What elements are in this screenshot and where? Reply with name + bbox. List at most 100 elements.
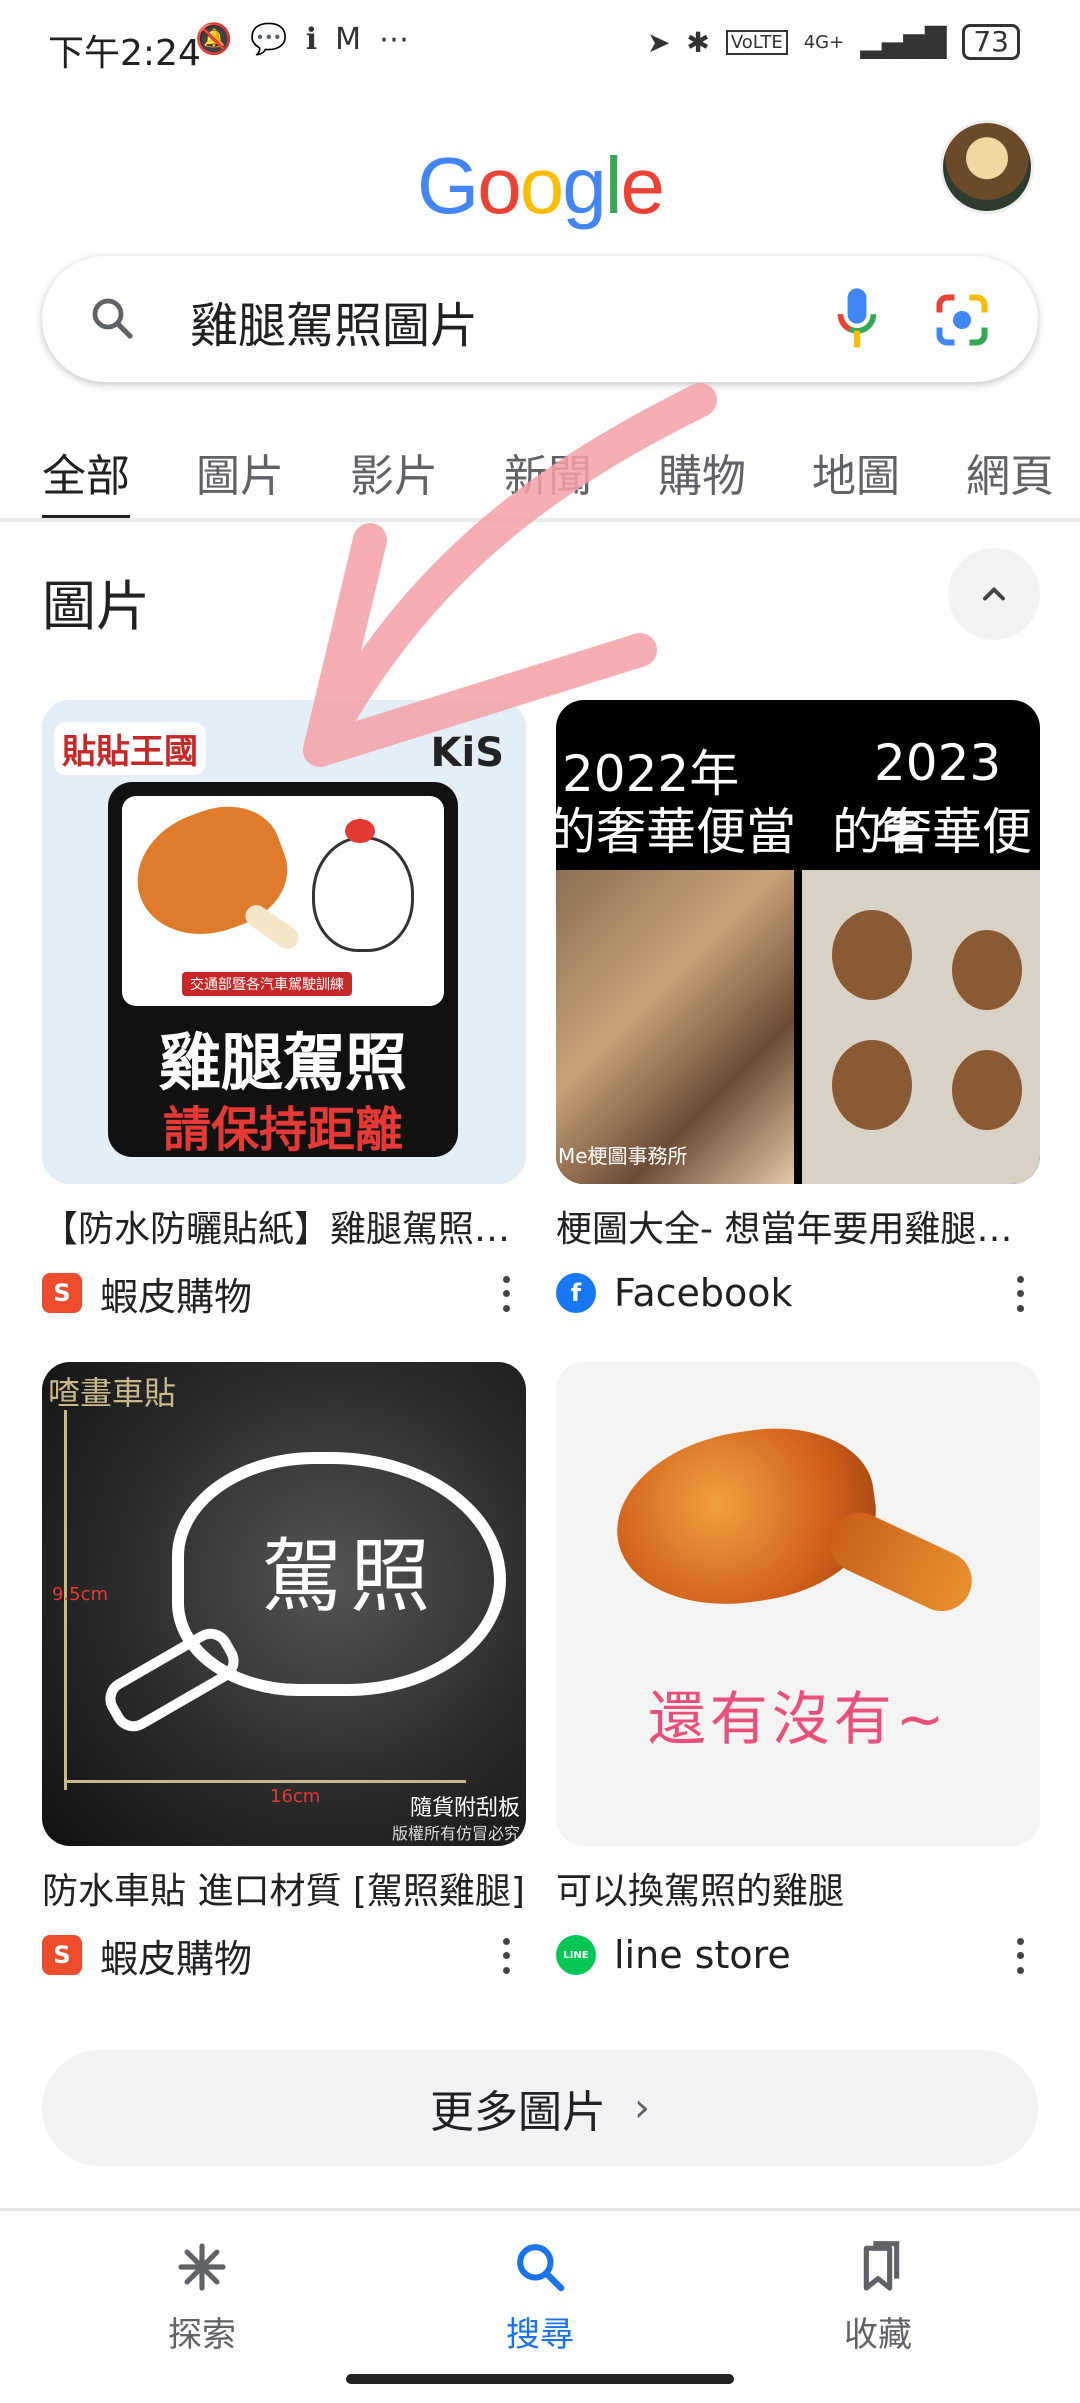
image-result-card[interactable]: 喳畫車貼 駕照 9.5cm 16cm 隨貨附刮板 版權所有仿冒必究 防水車貼 進…	[42, 1362, 526, 1981]
status-notification-icons: 🔕 💬 ℹ M ⋯	[195, 22, 409, 57]
avatar[interactable]	[940, 120, 1034, 214]
image-source-name: line store	[614, 1933, 791, 1977]
egg-bento-image	[802, 870, 1040, 1184]
more-options-icon[interactable]	[1010, 1272, 1030, 1316]
image-result-title[interactable]: 梗圖大全- 想當年要用雞腿換駕照	[556, 1200, 1040, 1252]
status-bar: 下午2:24 🔕 💬 ℹ M ⋯ ➤ ✱ VoLTE 4G+ ▂▄▆█ 73	[0, 0, 1080, 100]
nav-search[interactable]: 搜尋	[440, 2239, 640, 2356]
bluetooth-icon: ✱	[686, 25, 710, 59]
luxury-bento-image	[556, 870, 794, 1184]
search-icon	[517, 2244, 565, 2292]
more-options-icon[interactable]	[1010, 1934, 1030, 1978]
image-thumbnail[interactable]: 2022年 的奢華便當 2023年 的奢華便當 Me梗圖事務所	[556, 700, 1040, 1184]
tab-shopping[interactable]: 購物	[658, 440, 746, 520]
image-result-card[interactable]: 還有沒有~ 可以換駕照的雞腿 LINE line store	[556, 1362, 1040, 1980]
image-result-title[interactable]: 防水車貼 進口材質 [駕照雞腿]	[42, 1862, 526, 1914]
dimension-line-horizontal	[66, 1780, 466, 1783]
tab-maps[interactable]: 地圖	[812, 440, 900, 520]
tabs-divider	[0, 518, 1080, 522]
nav-label: 搜尋	[506, 2315, 574, 2355]
image-result-card[interactable]: 貼貼王國 KiS 交通部暨各汽車駕駛訓練 雞腿駕照 請保持距離 【防水防曬貼紙】…	[42, 700, 526, 1319]
thumb-note2: 版權所有仿冒必究	[391, 1824, 520, 1843]
image-source-row: f Facebook	[556, 1268, 1040, 1318]
network-type: 4G+	[803, 31, 845, 53]
location-icon: ➤	[646, 25, 671, 59]
tab-images[interactable]: 圖片	[196, 440, 284, 520]
thumb-dim-vertical: 9.5cm	[52, 1584, 109, 1605]
thumb-dim-horizontal: 16cm	[270, 1786, 321, 1807]
info-icon: ℹ	[305, 22, 318, 57]
line-store-icon: LINE	[556, 1935, 596, 1975]
thumb-sub-text: 請保持距離	[162, 1102, 403, 1158]
more-images-label: 更多圖片	[430, 2087, 606, 2138]
chicken-shape	[312, 819, 414, 952]
more-options-icon[interactable]	[496, 1272, 516, 1316]
logo-letter: o	[477, 141, 521, 230]
tab-news[interactable]: 新聞	[504, 440, 592, 520]
tab-web[interactable]: 網頁	[966, 440, 1054, 520]
logo-letter: g	[562, 141, 606, 230]
thumb-main-text: 雞腿駕照	[158, 1026, 407, 1099]
logo-letter: o	[519, 141, 564, 230]
search-input[interactable]: 雞腿駕照圖片	[190, 286, 478, 356]
thumb-brand-text: 喳畫車貼	[48, 1374, 177, 1412]
more-options-icon[interactable]	[496, 1934, 516, 1978]
volte-icon: VoLTE	[725, 29, 788, 55]
search-box[interactable]: 雞腿駕照圖片	[42, 256, 1038, 382]
search-icon	[92, 298, 133, 339]
mute-icon: 🔕	[195, 22, 233, 57]
fried-drumstick-leg	[820, 1503, 982, 1621]
shopee-icon: S	[42, 1273, 82, 1313]
image-source-name: 蝦皮購物	[100, 1936, 253, 1981]
facebook-icon: f	[556, 1273, 596, 1313]
logo-letter: e	[620, 141, 665, 230]
chevron-up-icon	[983, 587, 1005, 601]
status-time: 下午2:24	[48, 33, 201, 74]
battery-icon: 73	[962, 24, 1020, 60]
more-images-button[interactable]: 更多圖片 ›	[42, 2050, 1038, 2166]
thumb-small-text: 交通部暨各汽車駕駛訓練	[182, 972, 352, 996]
image-thumbnail[interactable]: 還有沒有~	[556, 1362, 1040, 1846]
signal-icon: ▂▄▆█	[860, 25, 947, 59]
nav-saved[interactable]: 收藏	[778, 2239, 978, 2356]
tab-videos[interactable]: 影片	[350, 440, 438, 520]
line-icon: 💬	[250, 22, 288, 57]
search-tabs: 全部 圖片 影片 新聞 購物 地圖 網頁	[42, 440, 1080, 520]
drumstick-outline-bone	[97, 1620, 247, 1740]
image-thumbnail[interactable]: 貼貼王國 KiS 交通部暨各汽車駕駛訓練 雞腿駕照 請保持距離	[42, 700, 526, 1184]
home-indicator[interactable]	[346, 2374, 734, 2384]
tab-all[interactable]: 全部	[42, 440, 130, 520]
nav-label: 探索	[168, 2315, 236, 2355]
image-thumbnail[interactable]: 喳畫車貼 駕照 9.5cm 16cm 隨貨附刮板 版權所有仿冒必究	[42, 1362, 526, 1846]
thumb-main-text: 還有沒有~	[647, 1685, 949, 1753]
image-source-row: LINE line store	[556, 1930, 1040, 1980]
thumb-note: 隨貨附刮板	[409, 1796, 520, 1821]
image-result-card[interactable]: 2022年 的奢華便當 2023年 的奢華便當 Me梗圖事務所 梗圖大全- 想當…	[556, 700, 1040, 1318]
collapse-section-button[interactable]	[948, 548, 1040, 640]
logo-letter: l	[604, 141, 623, 230]
image-result-title[interactable]: 【防水防曬貼紙】雞腿駕照請保持距離	[42, 1200, 526, 1252]
more-notifications-icon: ⋯	[379, 22, 410, 57]
chevron-right-icon: ›	[634, 2085, 650, 2131]
thumb-main-text: 駕照	[262, 1530, 438, 1623]
image-source-name: 蝦皮購物	[100, 1274, 253, 1319]
voice-search-icon[interactable]	[832, 286, 882, 352]
google-logo: Google	[0, 140, 1080, 232]
nav-label: 收藏	[844, 2315, 912, 2355]
image-source-row: S 蝦皮購物	[42, 1930, 526, 1981]
image-source-name: Facebook	[614, 1271, 793, 1315]
drumstick-bone	[241, 900, 303, 954]
images-section-title: 圖片	[42, 575, 150, 638]
image-source-row: S 蝦皮購物	[42, 1268, 526, 1319]
image-result-title[interactable]: 可以換駕照的雞腿	[556, 1862, 1040, 1914]
status-system-icons: ➤ ✱ VoLTE 4G+ ▂▄▆█ 73	[647, 24, 1020, 60]
thumb-caption: Me梗圖事務所	[558, 1144, 688, 1168]
thumb-brand-text: 貼貼王國	[54, 722, 206, 775]
sticker-frame: 交通部暨各汽車駕駛訓練 雞腿駕照 請保持距離	[108, 782, 458, 1158]
gmail-icon: M	[335, 22, 362, 57]
thumb-logo-text: KiS	[430, 730, 504, 776]
asterisk-icon	[178, 2243, 226, 2291]
nav-discover[interactable]: 探索	[102, 2239, 302, 2356]
shopee-icon: S	[42, 1935, 82, 1975]
google-lens-icon[interactable]	[932, 290, 992, 350]
